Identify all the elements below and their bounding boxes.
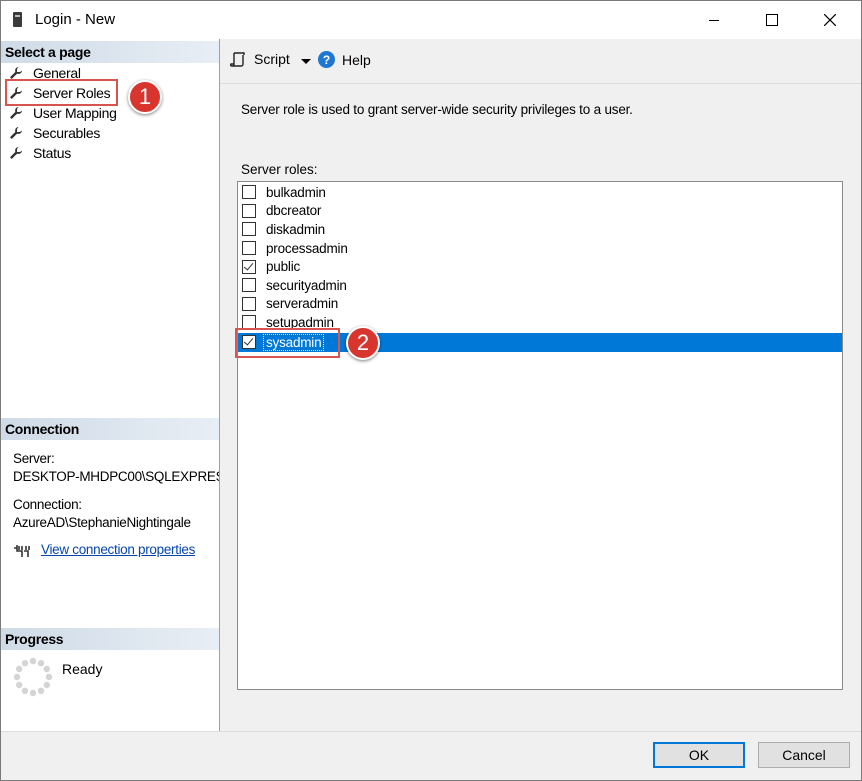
role-row-diskadmin[interactable]: diskadmin [238,220,842,239]
role-row-processadmin[interactable]: processadmin [238,239,842,258]
cancel-button[interactable]: Cancel [758,742,850,768]
window-title: Login - New [35,11,116,28]
role-row-public[interactable]: public [238,257,842,276]
role-label: bulkadmin [266,184,326,200]
toolbar: Script ? Help [220,39,861,84]
app-icon [13,12,22,27]
wrench-icon [10,107,22,119]
server-roles-label: Server roles: [241,162,318,177]
role-row-serveradmin[interactable]: serveradmin [238,295,842,314]
help-label: Help [342,51,371,68]
role-label: diskadmin [266,221,325,237]
connection-properties-icon [14,545,30,557]
role-label: public [266,259,301,275]
nav-label: Securables [33,125,101,141]
server-value: DESKTOP-MHDPC00\SQLEXPRESS [13,469,219,484]
annotation-badge-2: 2 [346,326,380,360]
nav-item-user-mapping[interactable]: User Mapping [9,103,117,123]
login-new-dialog: Login - New Select a page General Server… [0,0,862,781]
annotation-highlight-server-roles [5,79,118,106]
connection-value: AzureAD\StephanieNightingale [13,515,191,530]
nav-label: User Mapping [33,105,117,121]
close-button[interactable] [807,1,853,39]
role-checkbox[interactable] [242,278,256,293]
nav-label: Status [33,145,71,161]
progress-spinner-icon [13,657,53,697]
title-bar: Login - New [1,1,861,39]
role-row-bulkadmin[interactable]: bulkadmin [238,183,842,202]
role-label: dbcreator [266,203,322,219]
help-button[interactable]: ? Help [318,51,371,68]
script-icon [230,52,245,67]
page-description: Server role is used to grant server-wide… [241,102,633,117]
role-row-securityadmin[interactable]: securityadmin [238,276,842,295]
minimize-button[interactable] [691,1,737,39]
maximize-button[interactable] [749,1,795,39]
select-page-header: Select a page [1,41,219,63]
role-checkbox[interactable] [242,296,256,311]
server-roles-list[interactable]: bulkadmin dbcreator diskadmin processadm… [237,181,843,690]
progress-status: Ready [62,661,103,677]
role-checkbox[interactable] [242,222,256,237]
server-label: Server: [13,451,55,466]
role-checkbox[interactable] [242,241,256,256]
connection-label: Connection: [13,497,82,512]
role-label: securityadmin [266,277,347,293]
script-label: Script [254,51,290,67]
minimize-icon [709,19,719,21]
wrench-icon [10,127,22,139]
script-dropdown-icon[interactable] [301,59,311,64]
script-button[interactable]: Script [230,51,290,67]
nav-item-securables[interactable]: Securables [9,123,117,143]
role-checkbox[interactable] [242,259,256,274]
page-nav: General Server Roles User Mapping Secura… [9,63,117,163]
progress-header: Progress [1,628,219,650]
annotation-badge-1: 1 [128,80,162,114]
role-label: serveradmin [266,296,339,312]
role-checkbox[interactable] [242,203,256,218]
maximize-icon [766,14,778,26]
connection-header: Connection [1,418,219,440]
help-icon: ? [318,51,335,68]
close-icon [824,14,836,26]
role-checkbox[interactable] [242,185,256,200]
annotation-highlight-sysadmin [235,328,340,358]
role-row-dbcreator[interactable]: dbcreator [238,202,842,221]
wrench-icon [10,67,22,79]
wrench-icon [10,147,22,159]
left-panel: Select a page General Server Roles User … [1,39,220,731]
view-connection-properties-link[interactable]: View connection properties [41,542,195,557]
nav-item-status[interactable]: Status [9,143,117,163]
role-label: processadmin [266,240,348,256]
ok-button[interactable]: OK [653,742,745,768]
dialog-button-bar: OK Cancel [1,731,861,780]
